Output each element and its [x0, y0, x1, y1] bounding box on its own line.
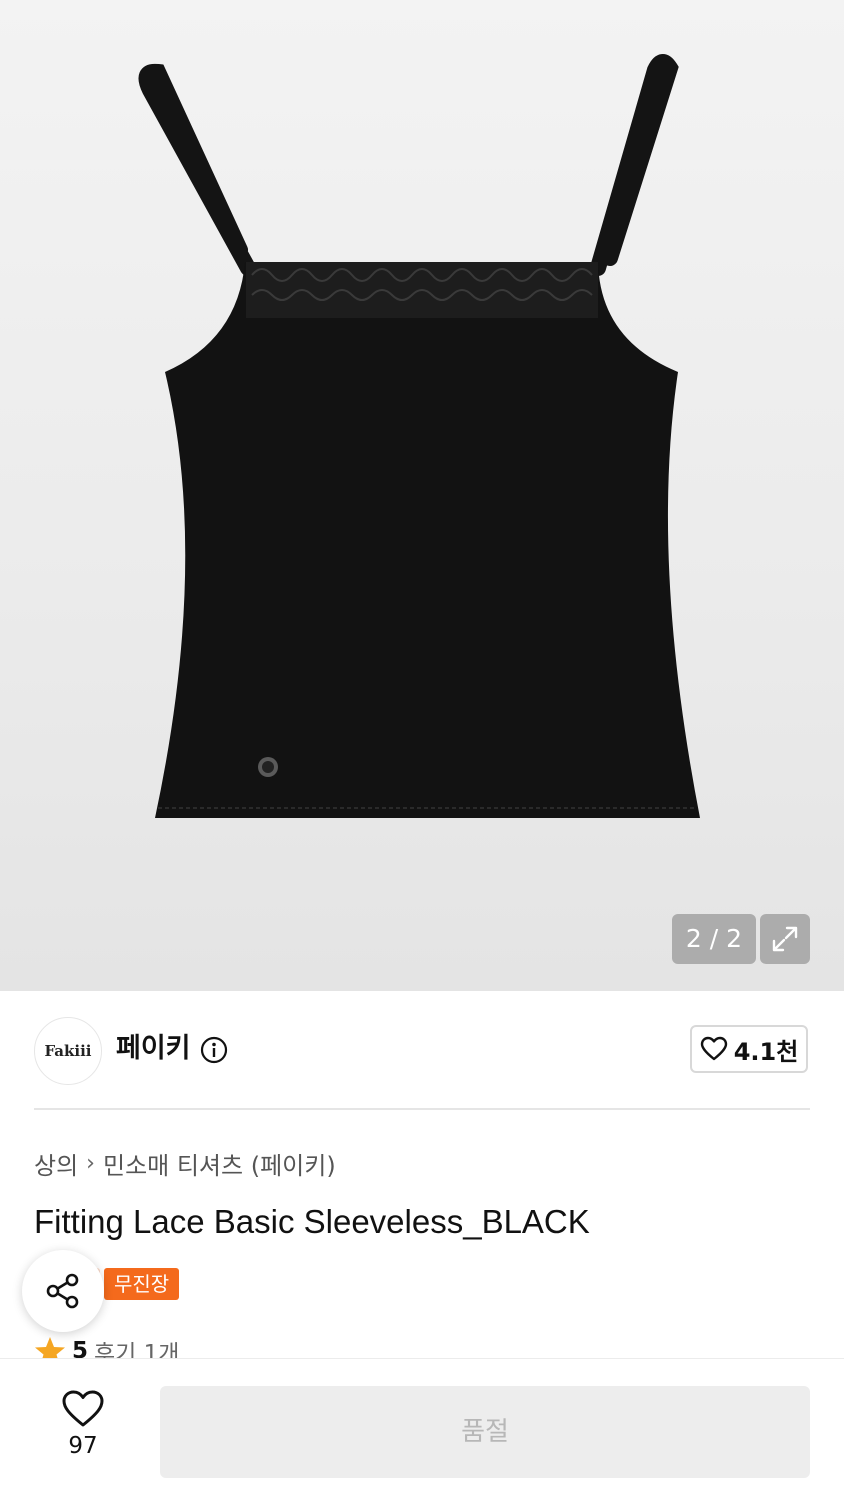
bottom-action-bar: 97 품절 [0, 1358, 844, 1501]
brand-logo[interactable]: Fakiii [34, 1017, 102, 1085]
breadcrumb-subcategory[interactable]: 민소매 티셔츠 (페이키) [103, 1146, 336, 1181]
brand-name[interactable]: 페이키 [116, 1031, 191, 1067]
product-gallery[interactable]: 2 / 2 [0, 0, 844, 991]
breadcrumb-category[interactable]: 상의 [34, 1146, 78, 1181]
expand-icon [772, 926, 798, 952]
info-icon[interactable] [200, 1036, 228, 1064]
product-image [138, 54, 700, 818]
sold-out-button[interactable]: 품절 [160, 1386, 810, 1478]
product-title: Fitting Lace Basic Sleeveless_BLACK [34, 1203, 590, 1240]
event-badge: 무진장 [104, 1268, 180, 1300]
breadcrumb: 상의 › 민소매 티셔츠 (페이키) [34, 1146, 336, 1181]
brand-row: Fakiii 페이키 4.1천 [0, 991, 844, 1109]
brand-like-button[interactable]: 4.1천 [690, 1025, 808, 1073]
heart-icon [62, 1390, 104, 1427]
image-page-indicator: 2 / 2 [672, 914, 756, 964]
chevron-right-icon: › [86, 1151, 95, 1176]
brand-like-count: 4.1천 [733, 1037, 799, 1066]
wishlist-count: 97 [68, 1433, 98, 1459]
divider [34, 1108, 810, 1110]
heart-icon [700, 1036, 727, 1061]
wishlist-button[interactable]: 97 [40, 1389, 126, 1469]
share-button[interactable] [22, 1250, 104, 1332]
expand-button[interactable] [760, 914, 810, 964]
share-icon [46, 1273, 79, 1309]
